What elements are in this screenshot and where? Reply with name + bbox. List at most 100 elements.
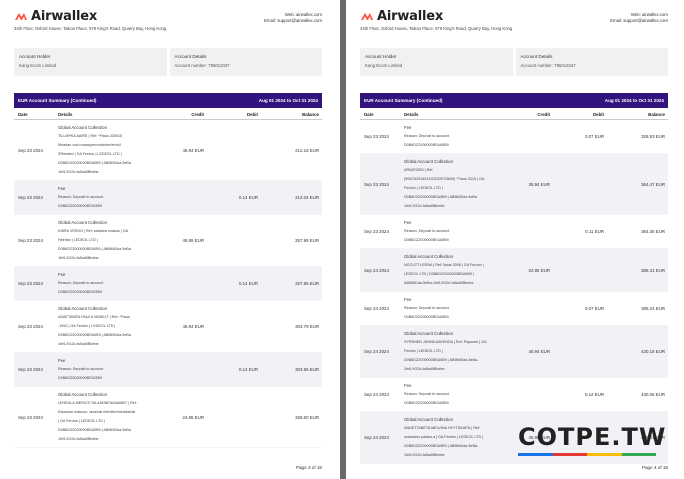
account-holder-label: Account Holder [365,54,397,59]
transaction-detail-line: D0B6DZZ000000BS4A5B9 [404,238,449,242]
credit-amount: 40.94 EUR [528,349,550,354]
transaction-detail-line: Reason: Deposit to account [404,392,450,396]
transaction-details: Global Account Collection NOCUTT LEENA | … [402,249,508,291]
debit-amount: 0.11 EUR [585,229,604,234]
table-row: Sep 23 2024 Fee Reason: Deposit to account… [14,353,322,387]
transaction-date: Sep 24 2024 [364,267,389,273]
transaction-detail-line: D0B6DZZ000000BS40559 [58,376,102,380]
transaction-detail-line: ANNETTABETA MELVINA HVYTSAHEN | Ref: [404,426,481,430]
transaction-detail-line: Etsaxkan makuun, lasa/rait mlevBer/medik… [58,410,136,414]
transaction-date: Sep 23 2024 [18,367,43,372]
transaction-detail-line: Ferdon | LEDEOL LTD | [404,186,443,190]
credit-amount: 35.94 EUR [528,181,550,187]
transaction-type: Global Account Collection [58,220,107,225]
transaction-details: Global Account Collection ANNETTABETA MEL… [402,412,508,463]
transaction-details: Fee Reason: Deposit to account D0B6DZZ0000… [402,292,508,325]
transaction-detail-line: TILLMPKA AAIRE | Ref: *Flaus 330515 [58,134,123,138]
column-header-balance: Balance [302,112,319,117]
debit-amount: 0.14 EUR [238,367,258,372]
transaction-detail-line: 1fe5-9G2d-fa5ad0Bbebe [58,170,99,174]
account-holder-cell: Account Holder Kang Ecom Limited [14,48,167,76]
column-header-date: Date [364,112,374,117]
column-header-details: Details [58,112,73,117]
transaction-details: Global Account Collection LEHEDLA MERICS … [56,387,162,447]
summary-title: EUR Account Summary (Continued) [364,98,443,103]
page-number: Page 3 of 18 [295,465,322,470]
transaction-detail-line: Meadan vod.rosaw/permovinker/enroll [58,143,121,147]
debit-amount: 0.07 EUR [584,134,604,139]
transaction-type: Global Account Collection [58,392,107,397]
summary-period: Aug 01 2024 to Oct 31 2024 [258,98,318,103]
transaction-detail-line: D0B6DZZ000000BS4A5B9 [404,401,449,405]
transaction-details: Global Account Collection TILLMPKA AAIRE … [56,120,162,180]
transaction-detail-line: ARVATOEN | Ref: [404,168,434,172]
balance-amount: 257.99 EUR [295,238,319,243]
debit-amount: 0.12 EUR [584,392,604,397]
credit-amount: 45.95 EUR [182,238,204,243]
airwallex-logo: Airwallex [14,8,98,24]
transaction-detail-line: SYRENEN JUNNA AAVENDA | Ref: Payment | G… [404,340,487,344]
transaction-detail-line: D0B6DZZ000000BSA0B9 | AB5tMDda 5eBa [58,247,131,251]
table-row: Sep 24 2024 Fee Reason: Deposit to account… [360,378,668,412]
table-row: Sep 23 2024 Fee Reason: Deposit to account… [360,215,668,249]
transaction-detail-line: D0B6DZZ000000BSA0B9 | AB5tMDda 5eBa [58,428,131,432]
table-row: Sep 23 2024 Fee Reason: Deposit to account… [14,181,322,215]
transaction-detail-line: Reason: Deposit to account [404,229,450,233]
balance-amount: 303.79 EUR [295,324,319,329]
account-info-box: Account Holder Kang Ecom Limited Account… [360,48,668,76]
transaction-type: Fee [404,383,412,388]
balance-amount: 389.24 EUR [641,306,665,311]
transaction-detail-line: KIBRA VERDO | Ref: sakabra nnakus | GA [58,229,129,233]
brand-name: Airwallex [31,8,98,24]
transaction-detail-line: D0B6DZZ000000BS4A5B9 [404,315,449,319]
transaction-detail-line: Ferdon | LEDEOL LTD | [404,349,443,353]
balance-amount: 212.16 EUR [295,147,319,153]
balance-amount: 257.85 EUR [295,281,319,286]
transaction-type: Fee [58,186,66,191]
transactions-table: Date Details Credit Debit Balance Sep 23… [14,110,322,448]
transaction-type: Global Account Collection [404,159,453,164]
statement-page: Airwallex 34th Floor, Oxford House, Taik… [0,0,340,479]
watermark-stripe [552,453,587,456]
transaction-date: Sep 24 2024 [364,392,389,397]
transaction-detail-line: -1952 | GA Ferdon | LEDEOL LTD | [58,324,116,328]
transaction-type: Fee [404,125,412,130]
summary-period: Aug 01 2024 to Oct 31 2024 [604,98,664,103]
transaction-detail-line: 1fe5-9G2d-fa5ad0Bbebe [58,256,99,260]
watermark-stripe [587,453,622,456]
transaction-detail-line: 1fe5-9G2d-fa5ad0Bbebe [58,437,99,441]
statement-page: Airwallex 34th Floor, Oxford House, Taik… [346,0,684,479]
column-header-debit: Debit [247,112,258,117]
balance-amount: 328.53 EUR [641,134,665,139]
credit-amount: 45.94 EUR [182,324,204,329]
contact-info: Web: airwallex.com Email: support@airwal… [610,12,668,24]
account-details-cell: Account Details Account number: 79501334… [166,48,323,76]
page-number: Page 4 of 18 [641,465,668,470]
credit-amount: 45.94 EUR [182,147,204,153]
account-details-cell: Account Details Account number: 79501334… [512,48,669,76]
balance-amount: 212.04 EUR [295,195,319,200]
account-holder-value: Kang Ecom Limited [19,63,57,68]
transaction-type: Global Account Collection [404,331,453,336]
account-details-label: Account Details [174,54,207,59]
table-row: Sep 23 2024 Fee Reason: Deposit to account… [14,267,322,301]
account-details-label: Account Details [520,54,553,59]
transaction-date: Sep 23 2024 [364,134,389,139]
table-body: Sep 23 2024 Fee Reason: Deposit to account… [360,120,668,464]
transaction-date: Sep 23 2024 [18,147,43,153]
transaction-type: Global Account Collection [58,306,107,311]
transaction-details: Fee Reason: Deposit to account D0B6DZZ0000… [56,181,162,214]
transaction-type: Fee [404,220,412,225]
account-summary-header: EUR Account Summary (Continued) Aug 01 2… [14,93,322,108]
account-summary-header: EUR Account Summary (Continued) Aug 01 2… [360,93,668,108]
transaction-detail-line: D0B6DZZ000000BSA0B9 | AB5tMDda 5eBa [404,195,477,199]
transaction-date: Sep 24 2024 [364,349,389,354]
transaction-detail-line: 1fe5-9G2d-fa5ad0Bbebe [404,367,445,371]
transaction-date: Sep 23 2024 [364,181,389,187]
table-header: Date Details Credit Debit Balance [360,110,668,120]
transaction-details: Global Account Collection AMATTANEN PAULA… [56,301,162,352]
balance-amount: 430.18 EUR [641,349,665,354]
table-body: Sep 23 2024 Global Account Collection TILL… [14,120,322,448]
transaction-type: Global Account Collection [58,125,107,130]
transaction-detail-line: SRorated | GA Ferdon | LEDEOL LTD | [58,152,122,156]
